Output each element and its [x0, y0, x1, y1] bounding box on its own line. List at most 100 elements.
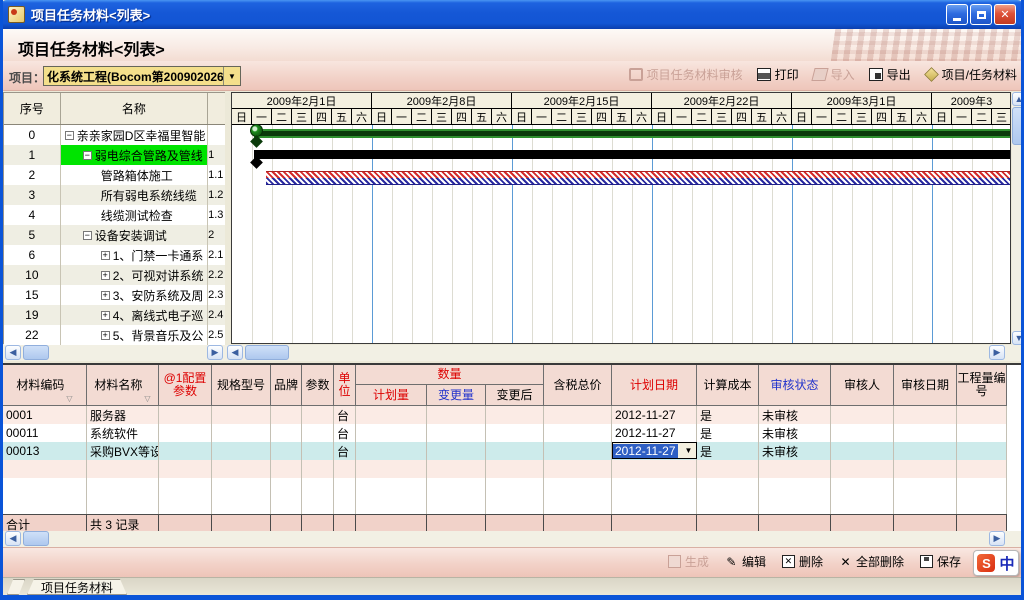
ime-indicator[interactable]: S 中 [973, 550, 1019, 576]
column-header-审核人[interactable]: 审核人 [831, 365, 894, 406]
material-empty-cell[interactable] [544, 496, 612, 514]
material-empty-cell[interactable] [894, 460, 957, 478]
material-cell[interactable] [271, 406, 302, 424]
material-empty-cell[interactable] [212, 460, 271, 478]
material-cell[interactable] [427, 406, 486, 424]
material-empty-cell[interactable] [486, 478, 544, 496]
column-header-含税总价[interactable]: 含税总价 [544, 365, 612, 406]
material-empty-cell[interactable] [759, 496, 831, 514]
material-empty-cell[interactable] [356, 478, 427, 496]
material-cell[interactable]: 是 [697, 442, 759, 460]
material-empty-cell[interactable] [697, 496, 759, 514]
task-row[interactable]: 6+1、门禁一卡通系2.1 [4, 245, 225, 265]
gantt-bar-hatched-blue[interactable] [266, 178, 1011, 185]
material-empty-cell[interactable] [697, 478, 759, 496]
column-header-品牌[interactable]: 品牌 [271, 365, 302, 406]
task-panel-scroll-right-icon[interactable]: ▶ [207, 345, 223, 360]
materials-hscroll-thumb[interactable] [23, 531, 49, 546]
titlebar[interactable]: 项目任务材料<列表> ✕ [0, 0, 1024, 29]
task-row[interactable]: 1−弱电综合管路及管线1 [4, 145, 225, 165]
chevron-down-icon[interactable]: ▼ [681, 446, 696, 455]
scroll-up-icon[interactable]: ▲ [1012, 92, 1024, 106]
toolbar-button-项目/任务材料[interactable]: 项目/任务材料 [925, 66, 1017, 83]
material-empty-cell[interactable] [271, 496, 302, 514]
material-cell[interactable] [159, 406, 212, 424]
material-empty-cell[interactable] [3, 496, 87, 514]
column-header-参数[interactable]: 参数 [302, 365, 334, 406]
expand-icon[interactable]: + [101, 331, 110, 340]
task-row[interactable]: 5−设备安装调试2 [4, 225, 225, 245]
material-cell[interactable]: 未审核 [759, 442, 831, 460]
material-empty-cell[interactable] [894, 496, 957, 514]
material-cell[interactable]: 台 [334, 442, 356, 460]
plan-date-editor-value[interactable]: 2012-11-27 [613, 444, 678, 458]
task-name[interactable]: 所有弱电系统线缆 [61, 185, 208, 205]
material-empty-cell[interactable] [697, 460, 759, 478]
material-cell[interactable] [271, 442, 302, 460]
material-cell[interactable]: 00013 [3, 442, 87, 460]
expand-icon[interactable]: + [101, 291, 110, 300]
material-cell[interactable]: 台 [334, 424, 356, 442]
expand-icon[interactable]: + [101, 251, 110, 260]
material-empty-cell[interactable] [612, 478, 697, 496]
maximize-button[interactable] [970, 4, 992, 25]
material-empty-cell[interactable] [612, 460, 697, 478]
column-header-材料编码[interactable]: 材料编码▽ [3, 365, 87, 406]
material-cell[interactable] [831, 424, 894, 442]
task-panel-scroll-left-icon[interactable]: ◀ [5, 345, 21, 360]
material-empty-cell[interactable] [957, 478, 1007, 496]
gantt-bar-summary-green[interactable] [254, 129, 1011, 138]
column-header-材料名称[interactable]: 材料名称▽ [87, 365, 159, 406]
material-cell[interactable] [356, 406, 427, 424]
material-cell[interactable] [356, 442, 427, 460]
material-cell[interactable] [957, 406, 1007, 424]
material-empty-cell[interactable] [3, 460, 87, 478]
gantt-scroll-right-icon[interactable]: ▶ [989, 345, 1005, 360]
material-empty-cell[interactable] [894, 478, 957, 496]
task-row[interactable]: 2管路箱体施工1.1 [4, 165, 225, 185]
close-button[interactable]: ✕ [994, 4, 1016, 25]
material-empty-cell[interactable] [212, 478, 271, 496]
material-cell[interactable]: 未审核 [759, 424, 831, 442]
minimize-button[interactable] [946, 4, 968, 25]
gantt-bar-summary-black[interactable] [254, 150, 1011, 159]
material-cell[interactable] [302, 442, 334, 460]
material-empty-cell[interactable] [544, 460, 612, 478]
toolbar-button-导出[interactable]: 导出 [869, 66, 911, 83]
material-cell[interactable] [544, 442, 612, 460]
task-row[interactable]: 15+3、安防系统及周2.3 [4, 285, 225, 305]
bottom-button-保存[interactable]: 保存 [920, 553, 961, 570]
task-row[interactable]: 19+4、离线式电子巡2.4 [4, 305, 225, 325]
material-cell[interactable] [427, 424, 486, 442]
material-cell[interactable]: 0001 [3, 406, 87, 424]
material-cell[interactable] [486, 424, 544, 442]
task-name[interactable]: −设备安装调试 [61, 225, 208, 245]
bottom-button-删除[interactable]: ✕删除 [782, 553, 823, 570]
material-empty-cell[interactable] [334, 478, 356, 496]
task-name[interactable]: +4、离线式电子巡 [61, 305, 208, 325]
material-cell[interactable]: 00011 [3, 424, 87, 442]
material-cell[interactable]: 采购BVX等设备 [87, 442, 159, 460]
material-cell[interactable] [212, 406, 271, 424]
collapse-icon[interactable]: − [83, 231, 92, 240]
material-cell[interactable] [957, 424, 1007, 442]
material-empty-cell[interactable] [3, 478, 87, 496]
expand-icon[interactable]: + [101, 271, 110, 280]
expand-icon[interactable]: + [101, 311, 110, 320]
column-header-规格型号[interactable]: 规格型号 [212, 365, 271, 406]
column-header-计划量[interactable]: 计划量 [356, 385, 427, 406]
material-cell[interactable]: 是 [697, 424, 759, 442]
material-cell[interactable] [957, 442, 1007, 460]
column-header-审核日期[interactable]: 审核日期 [894, 365, 957, 406]
column-header-审核状态[interactable]: 审核状态 [759, 365, 831, 406]
scroll-down-icon[interactable]: ▼ [1012, 331, 1024, 345]
material-cell[interactable]: 2012-11-27 [612, 424, 697, 442]
task-row[interactable]: 22+5、背景音乐及公2.5 [4, 325, 225, 345]
material-empty-cell[interactable] [271, 478, 302, 496]
material-empty-cell[interactable] [486, 460, 544, 478]
material-empty-cell[interactable] [271, 460, 302, 478]
column-header-计算成本[interactable]: 计算成本 [697, 365, 759, 406]
sort-icon[interactable]: ▽ [66, 392, 72, 405]
material-empty-cell[interactable] [957, 460, 1007, 478]
material-cell[interactable] [427, 442, 486, 460]
